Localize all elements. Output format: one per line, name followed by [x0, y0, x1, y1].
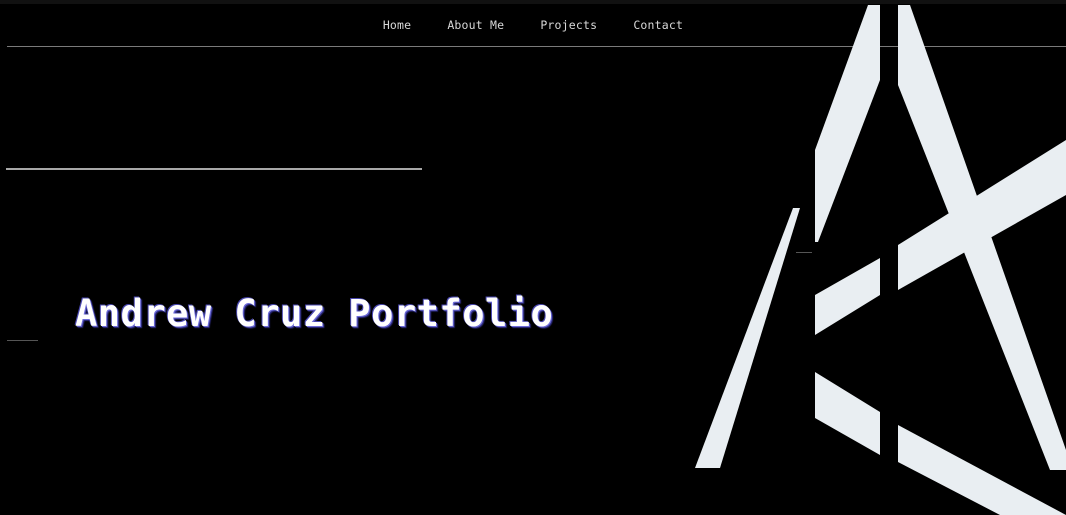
short-divider: [7, 340, 38, 341]
accent-divider: [6, 168, 422, 170]
logo-stroke-left-lower: [695, 208, 800, 468]
nav-home-link[interactable]: Home: [383, 18, 412, 36]
nav-projects-link[interactable]: Projects: [540, 18, 597, 36]
nav-contact-link[interactable]: Contact: [633, 18, 683, 36]
logo-stroke-crossbar: [815, 258, 880, 335]
portfolio-page: Home About Me Projects Contact Andrew Cr…: [0, 0, 1066, 515]
ac-monogram-logo-icon: [695, 5, 1066, 515]
nav-about-link[interactable]: About Me: [447, 18, 504, 36]
logo-stroke-left-upper: [815, 5, 880, 242]
logo-stroke-x-lower-a: [815, 372, 880, 455]
hero-title: Andrew Cruz Portfolio: [75, 292, 554, 335]
